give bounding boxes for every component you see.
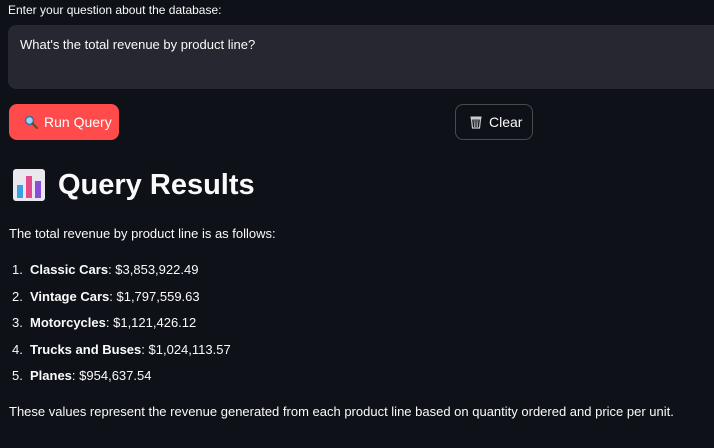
revenue-value: $3,853,922.49 xyxy=(115,262,199,277)
product-line-name: Trucks and Buses xyxy=(30,341,142,357)
product-line-name: Planes xyxy=(30,368,72,383)
product-line-name: Classic Cars xyxy=(30,262,109,277)
product-line-name: Motorcycles xyxy=(30,315,106,330)
colon: : xyxy=(141,341,149,357)
list-item: 5. Planes: $954,637.54 xyxy=(12,368,231,395)
results-heading: Query Results xyxy=(12,168,255,202)
revenue-list: 1. Classic Cars: $3,853,922.49 2. Vintag… xyxy=(12,262,231,395)
colon: : xyxy=(105,315,114,330)
clear-button[interactable]: Clear xyxy=(455,104,533,140)
list-number: 1. xyxy=(12,262,23,277)
list-number: 5. xyxy=(12,368,23,383)
magnifying-glass-icon xyxy=(24,115,38,129)
colon: : xyxy=(71,368,80,383)
list-number: 4. xyxy=(12,341,23,357)
bar-chart-icon xyxy=(13,169,45,201)
run-query-label: Run Query xyxy=(44,114,112,130)
wastebasket-icon xyxy=(470,116,482,129)
list-item: 3. Motorcycles: $1,121,426.12 xyxy=(12,315,231,342)
clear-label: Clear xyxy=(489,114,523,130)
app-page: Enter your question about the database: … xyxy=(0,0,714,448)
question-input[interactable] xyxy=(20,37,700,52)
list-item: 1. Classic Cars: $3,853,922.49 xyxy=(12,262,231,289)
results-intro: The total revenue by product line is as … xyxy=(9,226,276,241)
revenue-value: $1,024,113.57 xyxy=(148,341,231,357)
product-line-name: Vintage Cars xyxy=(30,288,110,304)
run-query-button[interactable]: Run Query xyxy=(9,104,119,140)
colon: : xyxy=(108,262,116,277)
list-item: 2. Vintage Cars: $1,797,559.63 xyxy=(12,289,231,316)
list-number: 3. xyxy=(12,315,23,330)
results-outro: These values represent the revenue gener… xyxy=(9,404,674,419)
question-textarea-container[interactable] xyxy=(8,25,714,89)
list-number: 2. xyxy=(12,288,23,304)
question-label: Enter your question about the database: xyxy=(8,3,222,17)
revenue-value: $954,637.54 xyxy=(79,368,152,383)
revenue-value: $1,121,426.12 xyxy=(113,315,197,330)
revenue-value: $1,797,559.63 xyxy=(116,288,200,304)
list-item: 4. Trucks and Buses: $1,024,113.57 xyxy=(12,342,231,369)
colon: : xyxy=(109,288,117,304)
results-title: Query Results xyxy=(58,168,255,201)
